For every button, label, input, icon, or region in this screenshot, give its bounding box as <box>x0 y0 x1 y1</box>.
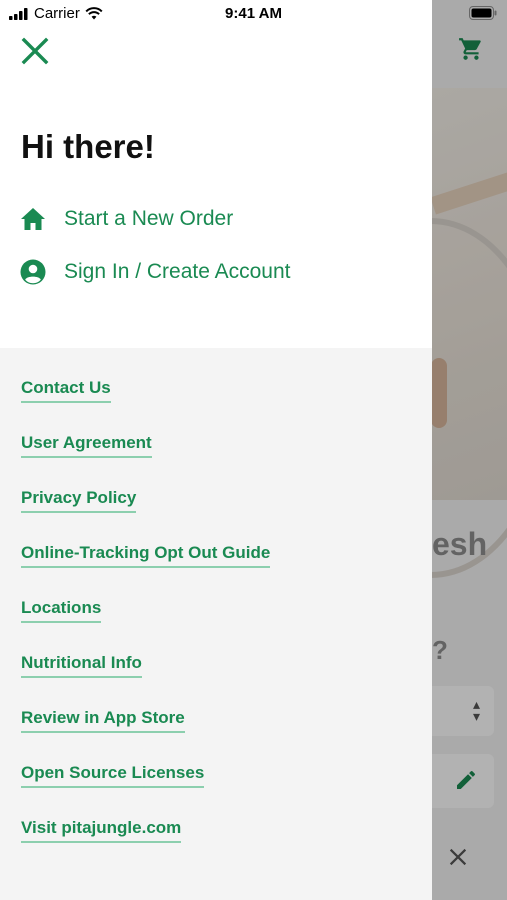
close-drawer-button[interactable] <box>20 36 50 66</box>
link-user-agreement[interactable]: User Agreement <box>21 433 152 458</box>
status-bar: Carrier 9:41 AM <box>0 0 507 28</box>
greeting-title: Hi there! <box>21 128 155 165</box>
sign-in-button[interactable]: Sign In / Create Account <box>20 259 290 285</box>
start-new-order-button[interactable]: Start a New Order <box>20 206 233 232</box>
status-time: 9:41 AM <box>225 5 282 22</box>
link-review-app-store[interactable]: Review in App Store <box>21 708 185 733</box>
close-icon <box>21 37 49 65</box>
battery-icon <box>469 6 497 25</box>
link-contact-us[interactable]: Contact Us <box>21 378 111 403</box>
link-opt-out-guide[interactable]: Online-Tracking Opt Out Guide <box>21 543 271 568</box>
link-nutritional-info[interactable]: Nutritional Info <box>21 653 142 678</box>
link-locations[interactable]: Locations <box>21 598 102 623</box>
sign-in-label: Sign In / Create Account <box>64 260 291 283</box>
side-drawer: Hi there! Start a New Order Sign In / Cr… <box>0 0 432 900</box>
home-icon <box>20 206 46 232</box>
link-privacy-policy[interactable]: Privacy Policy <box>21 488 137 513</box>
start-new-order-label: Start a New Order <box>64 207 234 230</box>
link-open-source-licenses[interactable]: Open Source Licenses <box>21 763 205 788</box>
account-circle-icon <box>20 259 46 285</box>
link-visit-website[interactable]: Visit pitajungle.com <box>21 818 182 843</box>
